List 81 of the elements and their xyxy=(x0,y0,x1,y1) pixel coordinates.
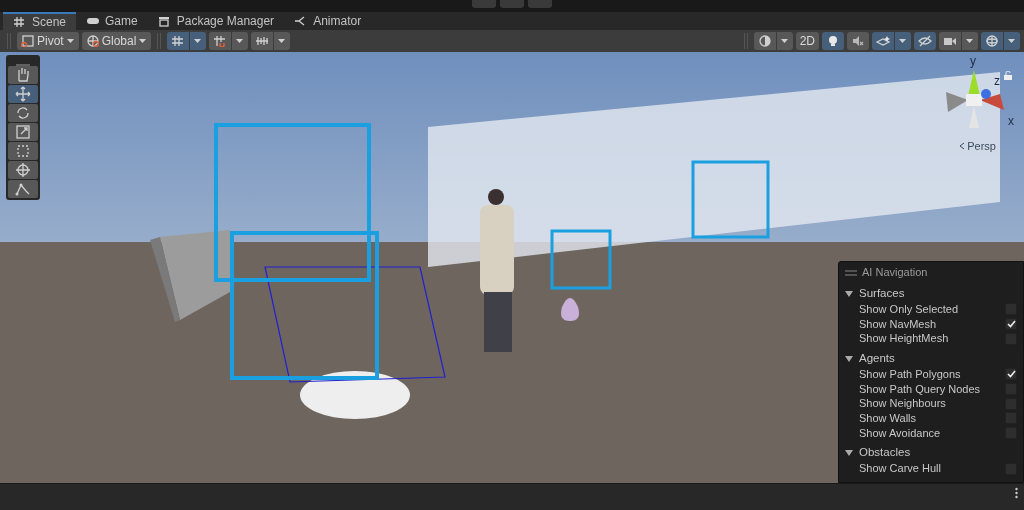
axis-label: z xyxy=(994,73,1000,90)
pivot-icon xyxy=(21,35,35,47)
layers-icon xyxy=(876,35,890,47)
option-label: Show Carve Hull xyxy=(859,461,941,477)
checkbox[interactable] xyxy=(1005,318,1017,331)
tool-button[interactable] xyxy=(8,85,38,103)
caret-icon xyxy=(138,37,148,45)
panel-title: AI Navigation xyxy=(862,265,928,281)
grid-icon xyxy=(13,16,27,28)
more-icon[interactable] xyxy=(1015,487,1018,499)
expanded-triangle-icon xyxy=(845,289,853,298)
tool-button[interactable] xyxy=(8,161,38,179)
tool-button[interactable] xyxy=(8,66,38,84)
hand-icon xyxy=(15,67,31,83)
globe-icon xyxy=(85,35,100,47)
tab[interactable]: Game xyxy=(76,12,148,30)
path-icon xyxy=(15,181,31,197)
split-button[interactable] xyxy=(209,32,249,50)
ruler-icon xyxy=(255,35,270,47)
shading-icon xyxy=(757,35,772,47)
rotate-icon xyxy=(15,105,31,121)
split-button[interactable] xyxy=(753,32,793,50)
tab[interactable]: Animator xyxy=(284,12,372,30)
caret-icon xyxy=(965,37,974,45)
toggle-button[interactable]: 2D xyxy=(795,32,819,50)
split-button[interactable] xyxy=(939,32,978,50)
gamepad-icon xyxy=(86,15,101,27)
section-header[interactable]: Agents xyxy=(845,349,1017,368)
caret-icon xyxy=(277,37,287,45)
caret-icon xyxy=(779,37,789,45)
toggle-button[interactable] xyxy=(822,32,844,50)
caret-icon xyxy=(235,37,245,45)
caret-icon xyxy=(65,37,75,45)
rect-tool-icon xyxy=(15,143,31,159)
toggle-button[interactable] xyxy=(914,32,936,50)
move-arrows-icon xyxy=(15,86,31,102)
tab[interactable]: Package Manager xyxy=(147,12,285,30)
option-label: Show Path Polygons xyxy=(859,367,961,383)
option-label: Show Avoidance xyxy=(859,425,941,441)
scale-icon xyxy=(15,124,31,140)
tab[interactable]: Scene xyxy=(3,12,77,30)
expanded-triangle-icon xyxy=(845,448,853,457)
caret-icon xyxy=(193,37,203,45)
checkbox[interactable] xyxy=(1005,368,1017,381)
magnet-icon xyxy=(213,35,228,47)
axis-label: y xyxy=(970,53,976,70)
split-button[interactable] xyxy=(981,32,1020,50)
option-label: Show Neighbours xyxy=(859,396,946,412)
split-button[interactable] xyxy=(872,32,911,50)
transform-icon xyxy=(15,162,31,178)
section-header[interactable]: Obstacles xyxy=(845,444,1017,462)
toggle-button[interactable] xyxy=(847,32,869,50)
split-button[interactable] xyxy=(251,32,291,50)
grid-snap-icon xyxy=(171,35,186,47)
gizmo-sphere-icon xyxy=(985,35,999,47)
speaker-muted-icon xyxy=(851,35,865,47)
tool-button[interactable] xyxy=(8,180,38,198)
window-icon xyxy=(157,15,172,27)
camera-icon xyxy=(943,35,957,47)
tool-button[interactable] xyxy=(8,142,38,160)
option-label: Show Path Query Nodes xyxy=(859,381,981,397)
caret-icon xyxy=(1007,37,1016,45)
drag-handle-icon[interactable] xyxy=(845,269,857,276)
option-label: Show Only Selected xyxy=(859,302,959,318)
lock-icon[interactable] xyxy=(1004,71,1012,81)
projection-toggle[interactable]: Persp xyxy=(959,138,996,155)
chevron-left-icon xyxy=(959,142,966,151)
axis-label: x xyxy=(1008,113,1014,130)
split-button[interactable] xyxy=(167,32,207,50)
bulb-icon xyxy=(826,35,840,47)
caret-icon xyxy=(898,37,907,45)
section-header[interactable]: Surfaces xyxy=(845,284,1017,303)
tool-button[interactable] xyxy=(8,123,38,141)
option-label: Show Walls xyxy=(859,411,917,426)
dropdown-button[interactable]: Pivot xyxy=(17,32,79,50)
eye-hidden-icon xyxy=(918,35,932,47)
tool-button[interactable] xyxy=(8,104,38,122)
expanded-triangle-icon xyxy=(845,354,853,363)
dropdown-button[interactable]: Global xyxy=(81,32,152,50)
option-label: Show HeightMesh xyxy=(859,331,949,347)
option-label: Show NavMesh xyxy=(859,316,937,332)
